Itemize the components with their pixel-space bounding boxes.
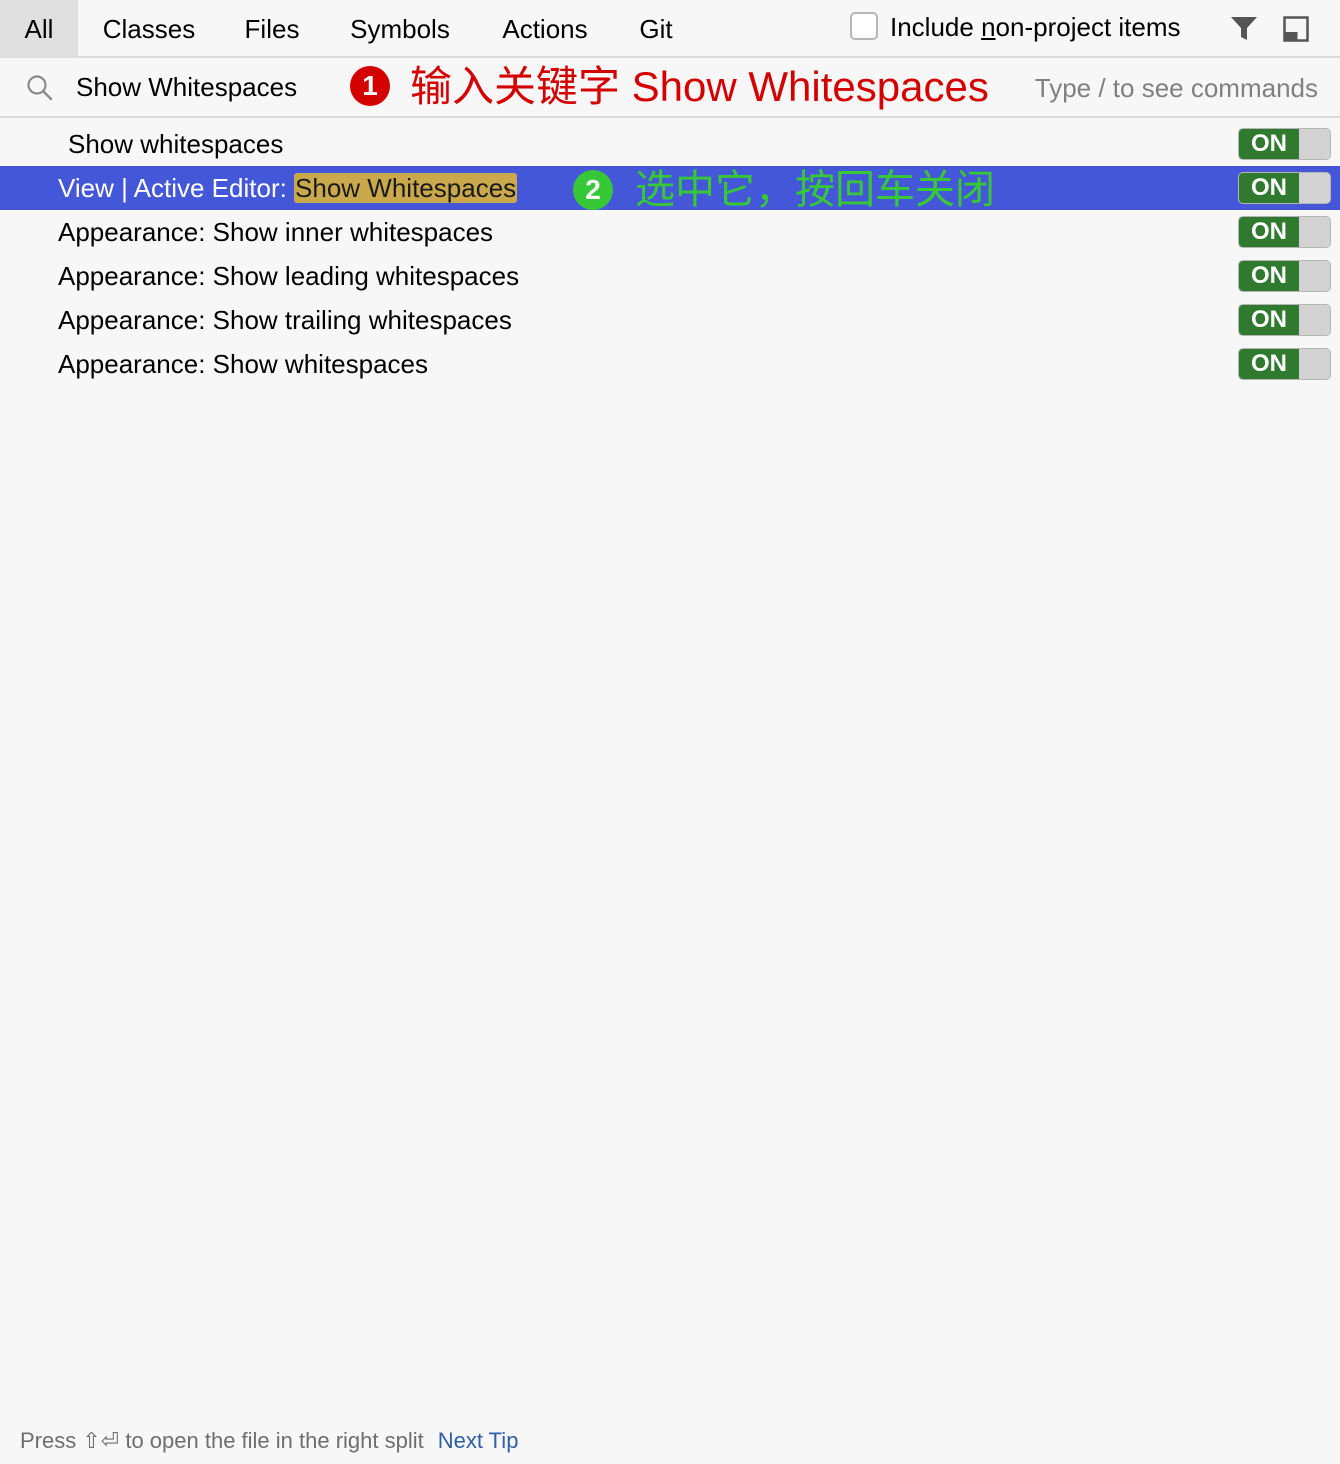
toggle-switch[interactable]: ON [1238, 348, 1331, 380]
result-row[interactable]: Appearance: Show trailing whitespaces ON [0, 298, 1340, 342]
tab-all[interactable]: All [0, 0, 78, 58]
toggle-on-label: ON [1239, 305, 1299, 335]
mnemonic-letter: n [981, 12, 996, 42]
toggle-on-label: ON [1239, 217, 1299, 247]
annotation-badge-1: 1 [350, 66, 390, 106]
panel-icon[interactable] [1283, 16, 1309, 42]
toggle-switch[interactable]: ON [1238, 216, 1331, 248]
result-label: Appearance: Show whitespaces [58, 349, 429, 379]
search-hint: Type / to see commands [1034, 73, 1318, 103]
result-row[interactable]: Show whitespaces ON [0, 122, 1340, 166]
toggle-switch[interactable]: ON [1238, 172, 1331, 204]
tab-files[interactable]: Files [234, 0, 310, 58]
match-highlight: Show Whitespaces [294, 173, 518, 203]
tab-actions[interactable]: Actions [490, 0, 600, 58]
annotation-badge-2: 2 [573, 170, 613, 210]
include-non-project-label[interactable]: Include non-project items [890, 12, 1181, 42]
include-non-project-checkbox[interactable] [850, 12, 878, 40]
search-everywhere-popup: All Classes Files Symbols Actions Git In… [0, 0, 1340, 1464]
toggle-on-label: ON [1239, 261, 1299, 291]
toggle-knob [1299, 305, 1330, 335]
tab-classes[interactable]: Classes [92, 0, 206, 58]
toggle-knob [1299, 217, 1330, 247]
result-label: Appearance: Show trailing whitespaces [58, 305, 512, 335]
annotation-text-1: 输入关键字 Show Whitespaces [410, 63, 989, 110]
result-label: Show whitespaces [68, 129, 284, 159]
toggle-on-label: ON [1239, 173, 1299, 203]
toggle-knob [1299, 129, 1330, 159]
result-label: View | Active Editor: Show Whitespaces [58, 166, 518, 210]
tab-git[interactable]: Git [628, 0, 684, 58]
toggle-switch[interactable]: ON [1238, 128, 1331, 160]
toggle-knob [1299, 261, 1330, 291]
toggle-on-label: ON [1239, 349, 1299, 379]
result-row[interactable]: Appearance: Show whitespaces ON [0, 342, 1340, 386]
toggle-knob [1299, 349, 1330, 379]
search-input[interactable] [76, 70, 336, 104]
result-row[interactable]: Appearance: Show leading whitespaces ON [0, 254, 1340, 298]
toggle-switch[interactable]: ON [1238, 260, 1331, 292]
filter-icon[interactable] [1230, 16, 1258, 42]
result-label: Appearance: Show leading whitespaces [58, 261, 520, 291]
tab-bar: All Classes Files Symbols Actions Git In… [0, 0, 1340, 58]
footer-tip-text: Press ⇧⏎ to open the file in the right s… [20, 1428, 424, 1453]
footer-tip-bar: Press ⇧⏎ to open the file in the right s… [20, 1424, 518, 1458]
search-icon [27, 75, 53, 101]
toggle-knob [1299, 173, 1330, 203]
annotation-text-2: 选中它，按回车关闭 [635, 168, 995, 212]
result-label-prefix: View | Active Editor: [58, 173, 295, 203]
result-label: Appearance: Show inner whitespaces [58, 217, 494, 247]
toggle-on-label: ON [1239, 129, 1299, 159]
tab-symbols[interactable]: Symbols [338, 0, 462, 58]
result-row[interactable]: Appearance: Show inner whitespaces ON [0, 210, 1340, 254]
toggle-switch[interactable]: ON [1238, 304, 1331, 336]
next-tip-link[interactable]: Next Tip [438, 1428, 519, 1453]
